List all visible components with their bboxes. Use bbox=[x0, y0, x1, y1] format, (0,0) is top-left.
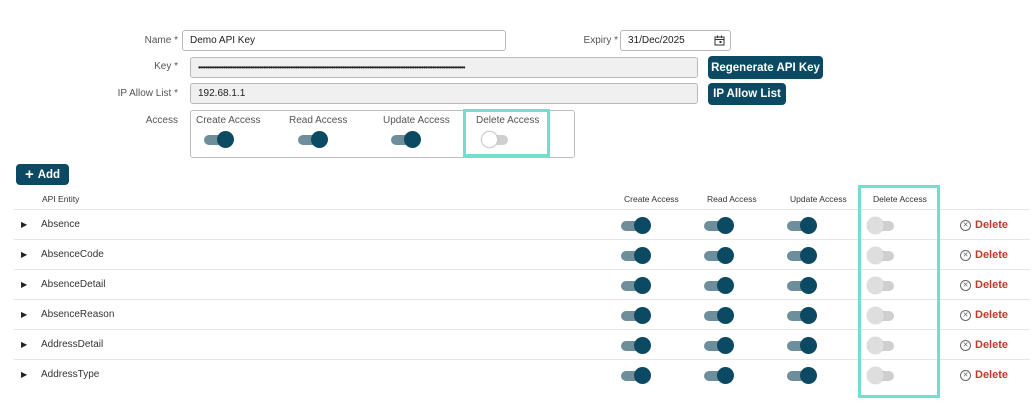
delete-label: Delete bbox=[975, 339, 1009, 351]
header-update-access: Update Access bbox=[790, 194, 847, 204]
update-access-label: Update Access bbox=[383, 115, 450, 126]
create-access-toggle[interactable] bbox=[621, 247, 651, 264]
update-access-toggle[interactable] bbox=[787, 367, 817, 384]
ip-allow-list-button[interactable]: IP Allow List bbox=[708, 83, 786, 105]
expand-caret-icon[interactable]: ▶ bbox=[21, 280, 27, 289]
ip-allow-list-label: IP Allow List * bbox=[117, 88, 178, 99]
calendar-icon[interactable] bbox=[714, 35, 725, 49]
delete-label: Delete bbox=[975, 309, 1009, 321]
header-read-access: Read Access bbox=[707, 194, 757, 204]
create-access-toggle[interactable] bbox=[621, 337, 651, 354]
create-access-label: Create Access bbox=[196, 115, 261, 126]
entity-name: AddressType bbox=[41, 369, 100, 380]
entity-name: AbsenceDetail bbox=[41, 279, 106, 290]
entity-name: AddressDetail bbox=[41, 339, 104, 350]
add-button[interactable]: + Add bbox=[16, 164, 69, 185]
delete-row-button[interactable]: ✕ Delete bbox=[960, 279, 1008, 291]
create-access-toggle[interactable] bbox=[621, 217, 651, 234]
update-access-toggle[interactable] bbox=[787, 337, 817, 354]
create-access-toggle[interactable] bbox=[621, 367, 651, 384]
ip-allow-list-field[interactable]: 192.68.1.1 bbox=[190, 83, 698, 104]
delete-row-button[interactable]: ✕ Delete bbox=[960, 249, 1008, 261]
access-label: Access bbox=[145, 115, 178, 126]
close-circle-icon: ✕ bbox=[960, 369, 971, 381]
close-circle-icon: ✕ bbox=[960, 219, 971, 231]
delete-label: Delete bbox=[975, 279, 1009, 291]
read-access-label: Read Access bbox=[289, 115, 348, 126]
close-circle-icon: ✕ bbox=[960, 309, 971, 321]
expiry-date-field[interactable]: 31/Dec/2025 bbox=[620, 30, 731, 51]
delete-label: Delete bbox=[975, 249, 1009, 261]
read-access-toggle[interactable] bbox=[704, 247, 734, 264]
delete-row-button[interactable]: ✕ Delete bbox=[960, 339, 1008, 351]
create-access-toggle[interactable] bbox=[621, 307, 651, 324]
delete-column-highlight bbox=[858, 185, 940, 398]
delete-access-highlight bbox=[463, 109, 550, 157]
add-button-label: Add bbox=[37, 168, 61, 181]
key-label: Key * bbox=[154, 61, 178, 72]
update-access-toggle[interactable] bbox=[787, 247, 817, 264]
read-access-toggle[interactable] bbox=[704, 277, 734, 294]
close-circle-icon: ✕ bbox=[960, 249, 971, 261]
expiry-label: Expiry * bbox=[583, 35, 618, 46]
close-circle-icon: ✕ bbox=[960, 339, 971, 351]
entity-name: AbsenceReason bbox=[41, 309, 115, 320]
name-input[interactable]: Demo API Key bbox=[182, 30, 506, 51]
expand-caret-icon[interactable]: ▶ bbox=[21, 250, 27, 259]
update-access-toggle[interactable] bbox=[787, 307, 817, 324]
plus-icon: + bbox=[24, 166, 34, 183]
read-access-toggle[interactable] bbox=[704, 367, 734, 384]
update-access-toggle[interactable] bbox=[391, 131, 421, 148]
delete-label: Delete bbox=[975, 219, 1009, 231]
create-access-toggle[interactable] bbox=[204, 131, 234, 148]
header-api-entity: API Entity bbox=[42, 194, 80, 204]
regenerate-api-key-button[interactable]: Regenerate API Key bbox=[708, 56, 823, 79]
read-access-toggle[interactable] bbox=[704, 307, 734, 324]
expand-caret-icon[interactable]: ▶ bbox=[21, 310, 27, 319]
expand-caret-icon[interactable]: ▶ bbox=[21, 370, 27, 379]
name-label: Name * bbox=[144, 35, 178, 46]
delete-row-button[interactable]: ✕ Delete bbox=[960, 309, 1008, 321]
read-access-toggle[interactable] bbox=[704, 337, 734, 354]
create-access-toggle[interactable] bbox=[621, 277, 651, 294]
update-access-toggle[interactable] bbox=[787, 217, 817, 234]
update-access-toggle[interactable] bbox=[787, 277, 817, 294]
entity-name: AbsenceCode bbox=[41, 249, 104, 260]
read-access-toggle[interactable] bbox=[298, 131, 328, 148]
expiry-date-value: 31/Dec/2025 bbox=[628, 35, 685, 46]
expand-caret-icon[interactable]: ▶ bbox=[21, 220, 27, 229]
delete-row-button[interactable]: ✕ Delete bbox=[960, 369, 1008, 381]
delete-row-button[interactable]: ✕ Delete bbox=[960, 219, 1008, 231]
read-access-toggle[interactable] bbox=[704, 217, 734, 234]
header-create-access: Create Access bbox=[624, 194, 679, 204]
api-key-field[interactable]: ••••••••••••••••••••••••••••••••••••••••… bbox=[190, 57, 698, 78]
delete-label: Delete bbox=[975, 369, 1009, 381]
expand-caret-icon[interactable]: ▶ bbox=[21, 340, 27, 349]
entity-name: Absence bbox=[41, 219, 80, 230]
close-circle-icon: ✕ bbox=[960, 279, 971, 291]
